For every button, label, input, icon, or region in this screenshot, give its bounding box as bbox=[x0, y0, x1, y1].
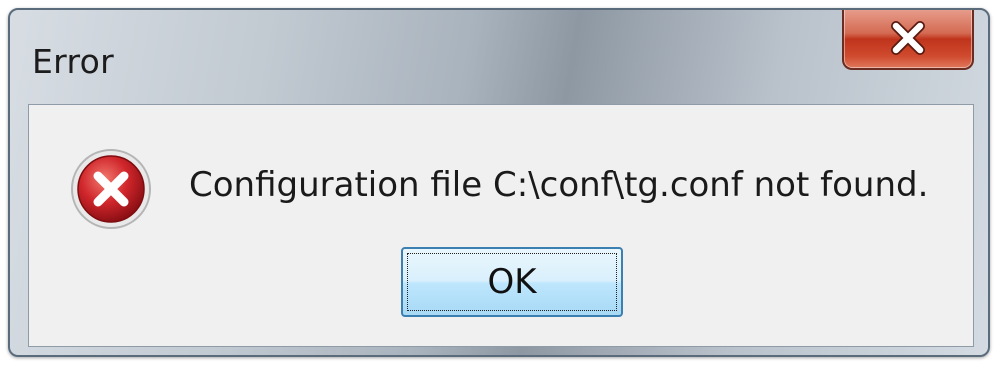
ok-button[interactable]: OK bbox=[401, 247, 623, 317]
close-button[interactable] bbox=[842, 10, 974, 70]
error-icon bbox=[71, 149, 151, 229]
ok-button-label: OK bbox=[487, 262, 537, 302]
title-bar[interactable]: Error bbox=[10, 10, 988, 102]
dialog-window: Error Configuration file C:\conf\tg.conf… bbox=[8, 8, 990, 357]
error-message: Configuration file C:\conf\tg.conf not f… bbox=[189, 165, 929, 205]
window-title: Error bbox=[32, 42, 114, 81]
close-icon bbox=[891, 21, 925, 55]
dialog-content: Configuration file C:\conf\tg.conf not f… bbox=[28, 104, 974, 347]
